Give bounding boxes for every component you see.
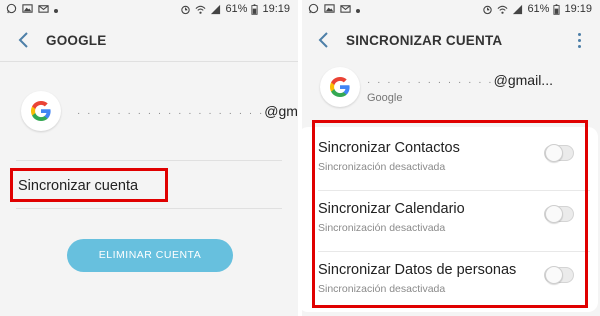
toggle-switch-people-data[interactable] — [544, 266, 574, 284]
sync-row-calendar[interactable]: Sincronizar Calendario Sincronización de… — [318, 192, 578, 252]
battery-icon — [251, 3, 259, 15]
wifi-icon — [497, 5, 508, 14]
back-button[interactable] — [14, 30, 34, 50]
google-logo-icon — [320, 67, 360, 107]
sync-account-item[interactable]: Sincronizar cuenta — [18, 178, 138, 194]
whatsapp-icon — [308, 3, 319, 14]
gallery-icon — [324, 4, 335, 13]
toggle-switch-calendar[interactable] — [544, 205, 574, 223]
app-bar: GOOGLE — [0, 26, 298, 56]
back-button[interactable] — [314, 30, 334, 50]
account-provider: Google — [367, 92, 403, 104]
whatsapp-icon — [6, 3, 17, 14]
account-email: · · · · · · · · · · · · · · · · · · ·@gm… — [77, 103, 298, 119]
battery-percent: 61% — [527, 3, 550, 15]
alarm-icon — [181, 5, 191, 14]
toggle-knob — [545, 144, 563, 162]
alarm-icon — [483, 5, 493, 14]
google-logo-icon — [21, 91, 61, 131]
divider — [0, 61, 298, 62]
signal-icon — [513, 4, 523, 14]
sync-item-title: Sincronizar Calendario — [318, 201, 465, 217]
status-bar: 61% 19:19 — [0, 0, 298, 20]
divider — [318, 190, 590, 191]
more-options-button[interactable] — [576, 32, 582, 50]
divider — [16, 160, 282, 161]
screenshot-root: 61% 19:19 GOOGLE · · · · · · · · · · · ·… — [0, 0, 600, 316]
battery-icon — [553, 3, 561, 15]
gallery-icon — [22, 4, 33, 13]
email-domain: @gmail... — [493, 72, 553, 88]
email-icon — [38, 5, 49, 13]
sync-item-title: Sincronizar Contactos — [318, 140, 460, 156]
wifi-icon — [195, 5, 206, 14]
more-vert-icon — [577, 33, 581, 36]
sync-account-screen: 61% 19:19 SINCRONIZAR CUENTA · · · · · ·… — [302, 0, 600, 316]
battery-percent: 61% — [225, 3, 248, 15]
signal-icon — [211, 4, 221, 14]
clock: 19:19 — [262, 3, 290, 15]
toggle-switch-contacts[interactable] — [544, 144, 574, 162]
sync-row-people-data[interactable]: Sincronizar Datos de personas Sincroniza… — [318, 253, 578, 313]
email-mask: · · · · · · · · · · · · · · · · · · · — [77, 108, 265, 119]
more-vert-dot — [577, 39, 581, 42]
sync-items-card: Sincronizar Contactos Sincronización des… — [302, 127, 598, 312]
dot-icon — [54, 8, 58, 13]
sync-row-contacts[interactable]: Sincronizar Contactos Sincronización des… — [318, 131, 578, 191]
sync-item-title: Sincronizar Datos de personas — [318, 262, 517, 278]
email-mask: · · · · · · · · · · · · · — [367, 77, 494, 88]
divider — [16, 208, 282, 209]
clock: 19:19 — [564, 3, 592, 15]
sync-item-status: Sincronización desactivada — [318, 222, 446, 234]
google-account-screen: 61% 19:19 GOOGLE · · · · · · · · · · · ·… — [0, 0, 298, 316]
account-email: · · · · · · · · · · · · ·@gmail... — [367, 72, 553, 88]
page-title: GOOGLE — [46, 33, 107, 48]
email-domain: @gmail.com — [264, 103, 298, 119]
sync-item-status: Sincronización desactivada — [318, 283, 446, 295]
divider — [318, 251, 590, 252]
page-title: SINCRONIZAR CUENTA — [346, 33, 503, 48]
dot-icon — [356, 8, 360, 13]
app-bar: SINCRONIZAR CUENTA — [302, 26, 600, 56]
more-vert-dot — [577, 45, 581, 48]
toggle-knob — [545, 205, 563, 223]
delete-account-button[interactable]: ELIMINAR CUENTA — [67, 239, 233, 272]
chevron-left-icon — [318, 32, 328, 48]
status-bar: 61% 19:19 — [302, 0, 600, 20]
chevron-left-icon — [18, 32, 28, 48]
sync-item-status: Sincronización desactivada — [318, 161, 446, 173]
toggle-knob — [545, 266, 563, 284]
email-icon — [340, 5, 351, 13]
